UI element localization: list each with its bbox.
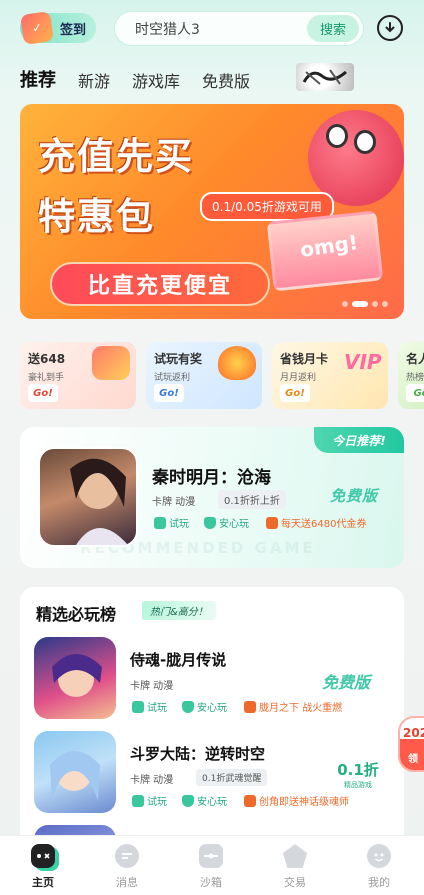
feature-gift: 胧月之下 战火重燃 [244, 699, 342, 714]
promo-title: 名人 [406, 352, 424, 366]
chat-icon [115, 844, 139, 868]
banner-pill: 比直充更便宜 [50, 262, 270, 306]
sandbox-icon [199, 844, 223, 868]
promo-card-celebrity[interactable]: 名人 热榜 Go [398, 342, 424, 409]
download-icon[interactable] [377, 15, 403, 41]
nav-messages[interactable]: 消息 [92, 844, 162, 890]
promo-subtitle: 热榜 [406, 373, 424, 383]
trade-icon [283, 844, 307, 868]
free-version-badge: 免费版 [322, 673, 371, 692]
feature-gift: 创角即送神话级魂师 [244, 793, 349, 808]
carousel-dots[interactable] [342, 301, 388, 307]
discount-chip: 0.1折武魂觉醒 [196, 769, 268, 786]
nav-label: 主页 [32, 876, 54, 889]
ranking-title: 精选必玩榜 [36, 605, 117, 624]
gift-icon [92, 346, 130, 380]
profile-icon [367, 844, 391, 868]
shield-icon [182, 700, 194, 713]
promo-go-button[interactable]: Go! [28, 384, 58, 402]
tab-recommend[interactable]: 推荐 [20, 66, 56, 92]
feature-safe: 安心玩 [204, 515, 249, 530]
game-title[interactable]: 秦时明月：沧海 [152, 463, 271, 488]
feature-gift: 每天送6480代金券 [266, 515, 366, 530]
gamepad-icon [132, 794, 144, 807]
promo-card-monthly[interactable]: 省钱月卡 月月返利 Go! VIP [272, 342, 388, 409]
tab-free-version[interactable]: 免费版 [202, 68, 250, 92]
gift-icon [244, 700, 256, 713]
nav-profile[interactable]: 我的 [344, 844, 414, 890]
game-logo-tab[interactable] [296, 63, 354, 91]
search-input[interactable]: 时空猎人3 [135, 19, 307, 39]
list-item[interactable] [34, 825, 394, 835]
promo-card-gift[interactable]: 送648 豪礼到手 Go! [20, 342, 136, 409]
gamepad-icon [132, 700, 144, 713]
shield-icon [182, 794, 194, 807]
banner-title-line2: 特惠包 [38, 195, 155, 238]
search-bar[interactable]: 时空猎人3 搜索 [114, 11, 364, 46]
nav-sandbox[interactable]: 沙箱 [176, 844, 246, 890]
list-item[interactable]: 斗罗大陆：逆转时空 卡牌 动漫 0.1折武魂觉醒 0.1折 精品游戏 试玩 安心… [34, 731, 394, 816]
game-category: 卡牌 动漫 [130, 681, 174, 692]
gift-icon [266, 516, 278, 529]
free-version-badge: 免费版 [330, 487, 379, 505]
vip-icon: VIP [344, 350, 382, 374]
nav-trade[interactable]: 交易 [260, 844, 330, 890]
feature-trial: 试玩 [154, 515, 189, 530]
promo-go-button[interactable]: Go! [154, 384, 184, 402]
ranking-subtitle: 热门&高分！ [142, 601, 216, 620]
game-category: 卡牌 动漫 [130, 775, 174, 786]
feature-trial: 试玩 [132, 793, 167, 808]
discount-chip: 0.1折折上折 [218, 490, 286, 509]
game-name[interactable]: 侍魂-胧月传说 [130, 649, 226, 670]
nav-home[interactable]: 主页 [8, 844, 78, 890]
gamepad-icon [154, 516, 166, 529]
shield-icon [204, 516, 216, 529]
list-item[interactable]: 侍魂-胧月传说 卡牌 动漫 免费版 试玩 安心玩 胧月之下 战火重燃 [34, 637, 394, 722]
game-cover-image[interactable] [38, 447, 138, 547]
banner-title-line1: 充值先买 [38, 135, 194, 178]
feature-safe: 安心玩 [182, 793, 227, 808]
game-icon-image[interactable] [34, 731, 116, 813]
gift-icon [244, 794, 256, 807]
game-category: 卡牌 动漫 [152, 497, 196, 508]
nav-label: 交易 [284, 876, 306, 889]
nav-label: 沙箱 [200, 876, 222, 889]
promo-card-trial[interactable]: 试玩有奖 试玩返利 Go! [146, 342, 262, 409]
nav-label: 消息 [116, 876, 138, 889]
checkin-label: 签到 [60, 22, 87, 38]
tab-new-games[interactable]: 新游 [78, 68, 110, 92]
game-icon-image[interactable] [34, 825, 116, 835]
promo-go-button[interactable]: Go [406, 384, 424, 402]
nav-label: 我的 [368, 876, 390, 889]
category-tabs: 推荐 新游 游戏库 免费版 [20, 66, 272, 92]
promo-banner[interactable]: 充值先买 特惠包 0.1/0.05折游戏可用 omg! 比直充更便宜 [20, 104, 404, 319]
game-icon-image[interactable] [34, 637, 116, 719]
calendar-icon: ✓ [20, 11, 54, 45]
floating-promo-badge[interactable]: 202 领 [398, 716, 424, 772]
feature-safe: 安心玩 [182, 699, 227, 714]
tab-game-library[interactable]: 游戏库 [132, 68, 180, 92]
bottom-nav: 主页 消息 沙箱 交易 我的 [0, 835, 424, 895]
feature-trial: 试玩 [132, 699, 167, 714]
game-name[interactable]: 斗罗大陆：逆转时空 [130, 743, 265, 764]
flame-icon [218, 346, 256, 380]
promo-go-button[interactable]: Go! [280, 384, 310, 402]
search-button[interactable]: 搜索 [307, 15, 359, 42]
recommend-card[interactable]: 今日推荐! RECOMMENDED GAME 秦时明月：沧海 卡牌 动漫 0.1… [20, 427, 404, 568]
recommend-badge: 今日推荐! [314, 427, 404, 453]
checkin-button[interactable]: ✓ 签到 [20, 11, 96, 45]
controller-icon [31, 844, 55, 868]
